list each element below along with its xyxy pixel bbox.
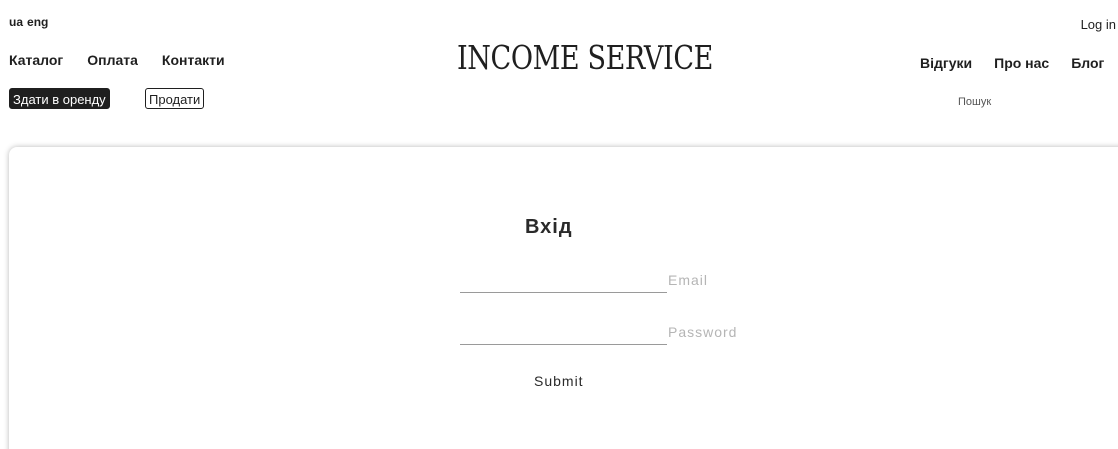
nav-item-reviews[interactable]: Відгуки xyxy=(920,55,972,71)
password-field[interactable] xyxy=(460,326,667,345)
email-field[interactable] xyxy=(460,274,667,293)
search-input[interactable]: Пошук xyxy=(958,96,991,108)
nav-item-blog[interactable]: Блог xyxy=(1071,55,1104,71)
email-field-group: Email xyxy=(460,272,709,293)
email-placeholder: Email xyxy=(668,272,709,288)
language-switcher: ua eng xyxy=(9,15,48,29)
sell-button[interactable]: Продати xyxy=(145,88,205,109)
brand-logo[interactable]: INCOME SERVICE xyxy=(457,38,713,77)
login-link[interactable]: Log in xyxy=(1081,17,1116,32)
nav-left: Каталог Оплата Контакти xyxy=(9,52,225,68)
language-eng-link[interactable]: eng xyxy=(27,15,48,29)
nav-item-catalog[interactable]: Каталог xyxy=(9,52,63,68)
submit-button[interactable]: Submit xyxy=(534,373,584,389)
nav-item-payment[interactable]: Оплата xyxy=(87,52,138,68)
login-title: Вхід xyxy=(525,216,573,238)
nav-right: Відгуки Про нас Блог xyxy=(920,55,1104,71)
nav-item-contacts[interactable]: Контакти xyxy=(162,52,225,68)
rent-button[interactable]: Здати в оренду xyxy=(9,88,110,109)
password-placeholder: Password xyxy=(668,324,738,340)
language-ua-link[interactable]: ua xyxy=(9,15,23,29)
login-card xyxy=(9,147,1118,449)
page: ua eng Log in Каталог Оплата Контакти IN… xyxy=(0,0,1118,449)
password-field-group: Password xyxy=(460,324,738,345)
nav-item-about[interactable]: Про нас xyxy=(994,55,1049,71)
